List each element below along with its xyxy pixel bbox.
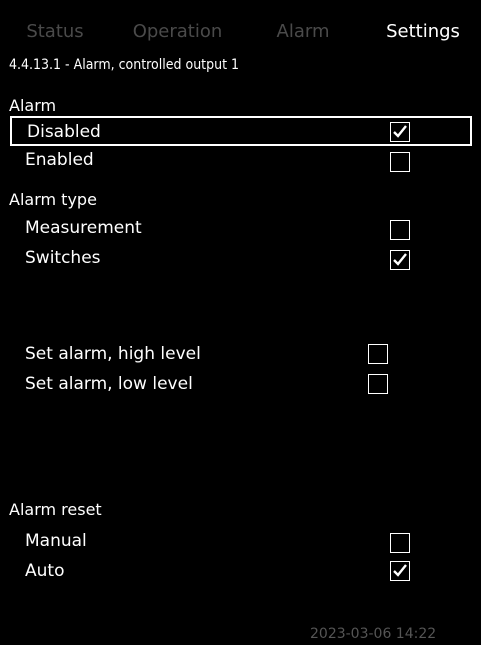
auto-checkbox[interactable] <box>390 561 410 581</box>
section-title-alarm-type: Alarm type <box>9 190 97 209</box>
tab-operation[interactable]: Operation <box>115 0 240 46</box>
section-title-alarm: Alarm <box>9 96 57 115</box>
option-row-switches[interactable]: Switches <box>10 244 472 274</box>
footer-datetime: 2023-03-06 14:22 <box>310 626 437 642</box>
tab-settings[interactable]: Settings <box>365 0 481 46</box>
option-row-measurement[interactable]: Measurement <box>10 214 472 244</box>
tab-bar: Status Operation Alarm Settings <box>0 0 481 46</box>
tab-alarm[interactable]: Alarm <box>248 0 358 46</box>
enabled-checkbox[interactable] <box>390 152 410 172</box>
option-row-auto[interactable]: Auto <box>10 557 472 587</box>
checkmark-icon <box>393 253 407 266</box>
checkmark-icon <box>393 125 407 138</box>
option-label: Set alarm, low level <box>25 374 193 394</box>
option-row-low-level[interactable]: Set alarm, low level <box>10 370 472 400</box>
option-label: Switches <box>25 248 101 268</box>
manual-checkbox[interactable] <box>390 533 410 553</box>
option-row-manual[interactable]: Manual <box>10 527 472 557</box>
option-label: Enabled <box>25 150 94 170</box>
measurement-checkbox[interactable] <box>390 220 410 240</box>
switches-checkbox[interactable] <box>390 250 410 270</box>
high-level-checkbox[interactable] <box>368 344 388 364</box>
tab-status[interactable]: Status <box>0 0 110 46</box>
option-row-enabled[interactable]: Enabled <box>10 146 472 176</box>
option-label: Disabled <box>27 122 101 142</box>
option-row-disabled[interactable]: Disabled <box>10 116 472 146</box>
option-label: Auto <box>25 561 65 581</box>
option-row-high-level[interactable]: Set alarm, high level <box>10 340 472 370</box>
option-label: Measurement <box>25 218 142 238</box>
disabled-checkbox[interactable] <box>390 122 410 142</box>
option-label: Set alarm, high level <box>25 344 201 364</box>
option-label: Manual <box>25 531 87 551</box>
low-level-checkbox[interactable] <box>368 374 388 394</box>
checkmark-icon <box>393 564 407 577</box>
page-title: 4.4.13.1 - Alarm, controlled output 1 <box>9 57 240 73</box>
section-title-alarm-reset: Alarm reset <box>9 500 102 519</box>
